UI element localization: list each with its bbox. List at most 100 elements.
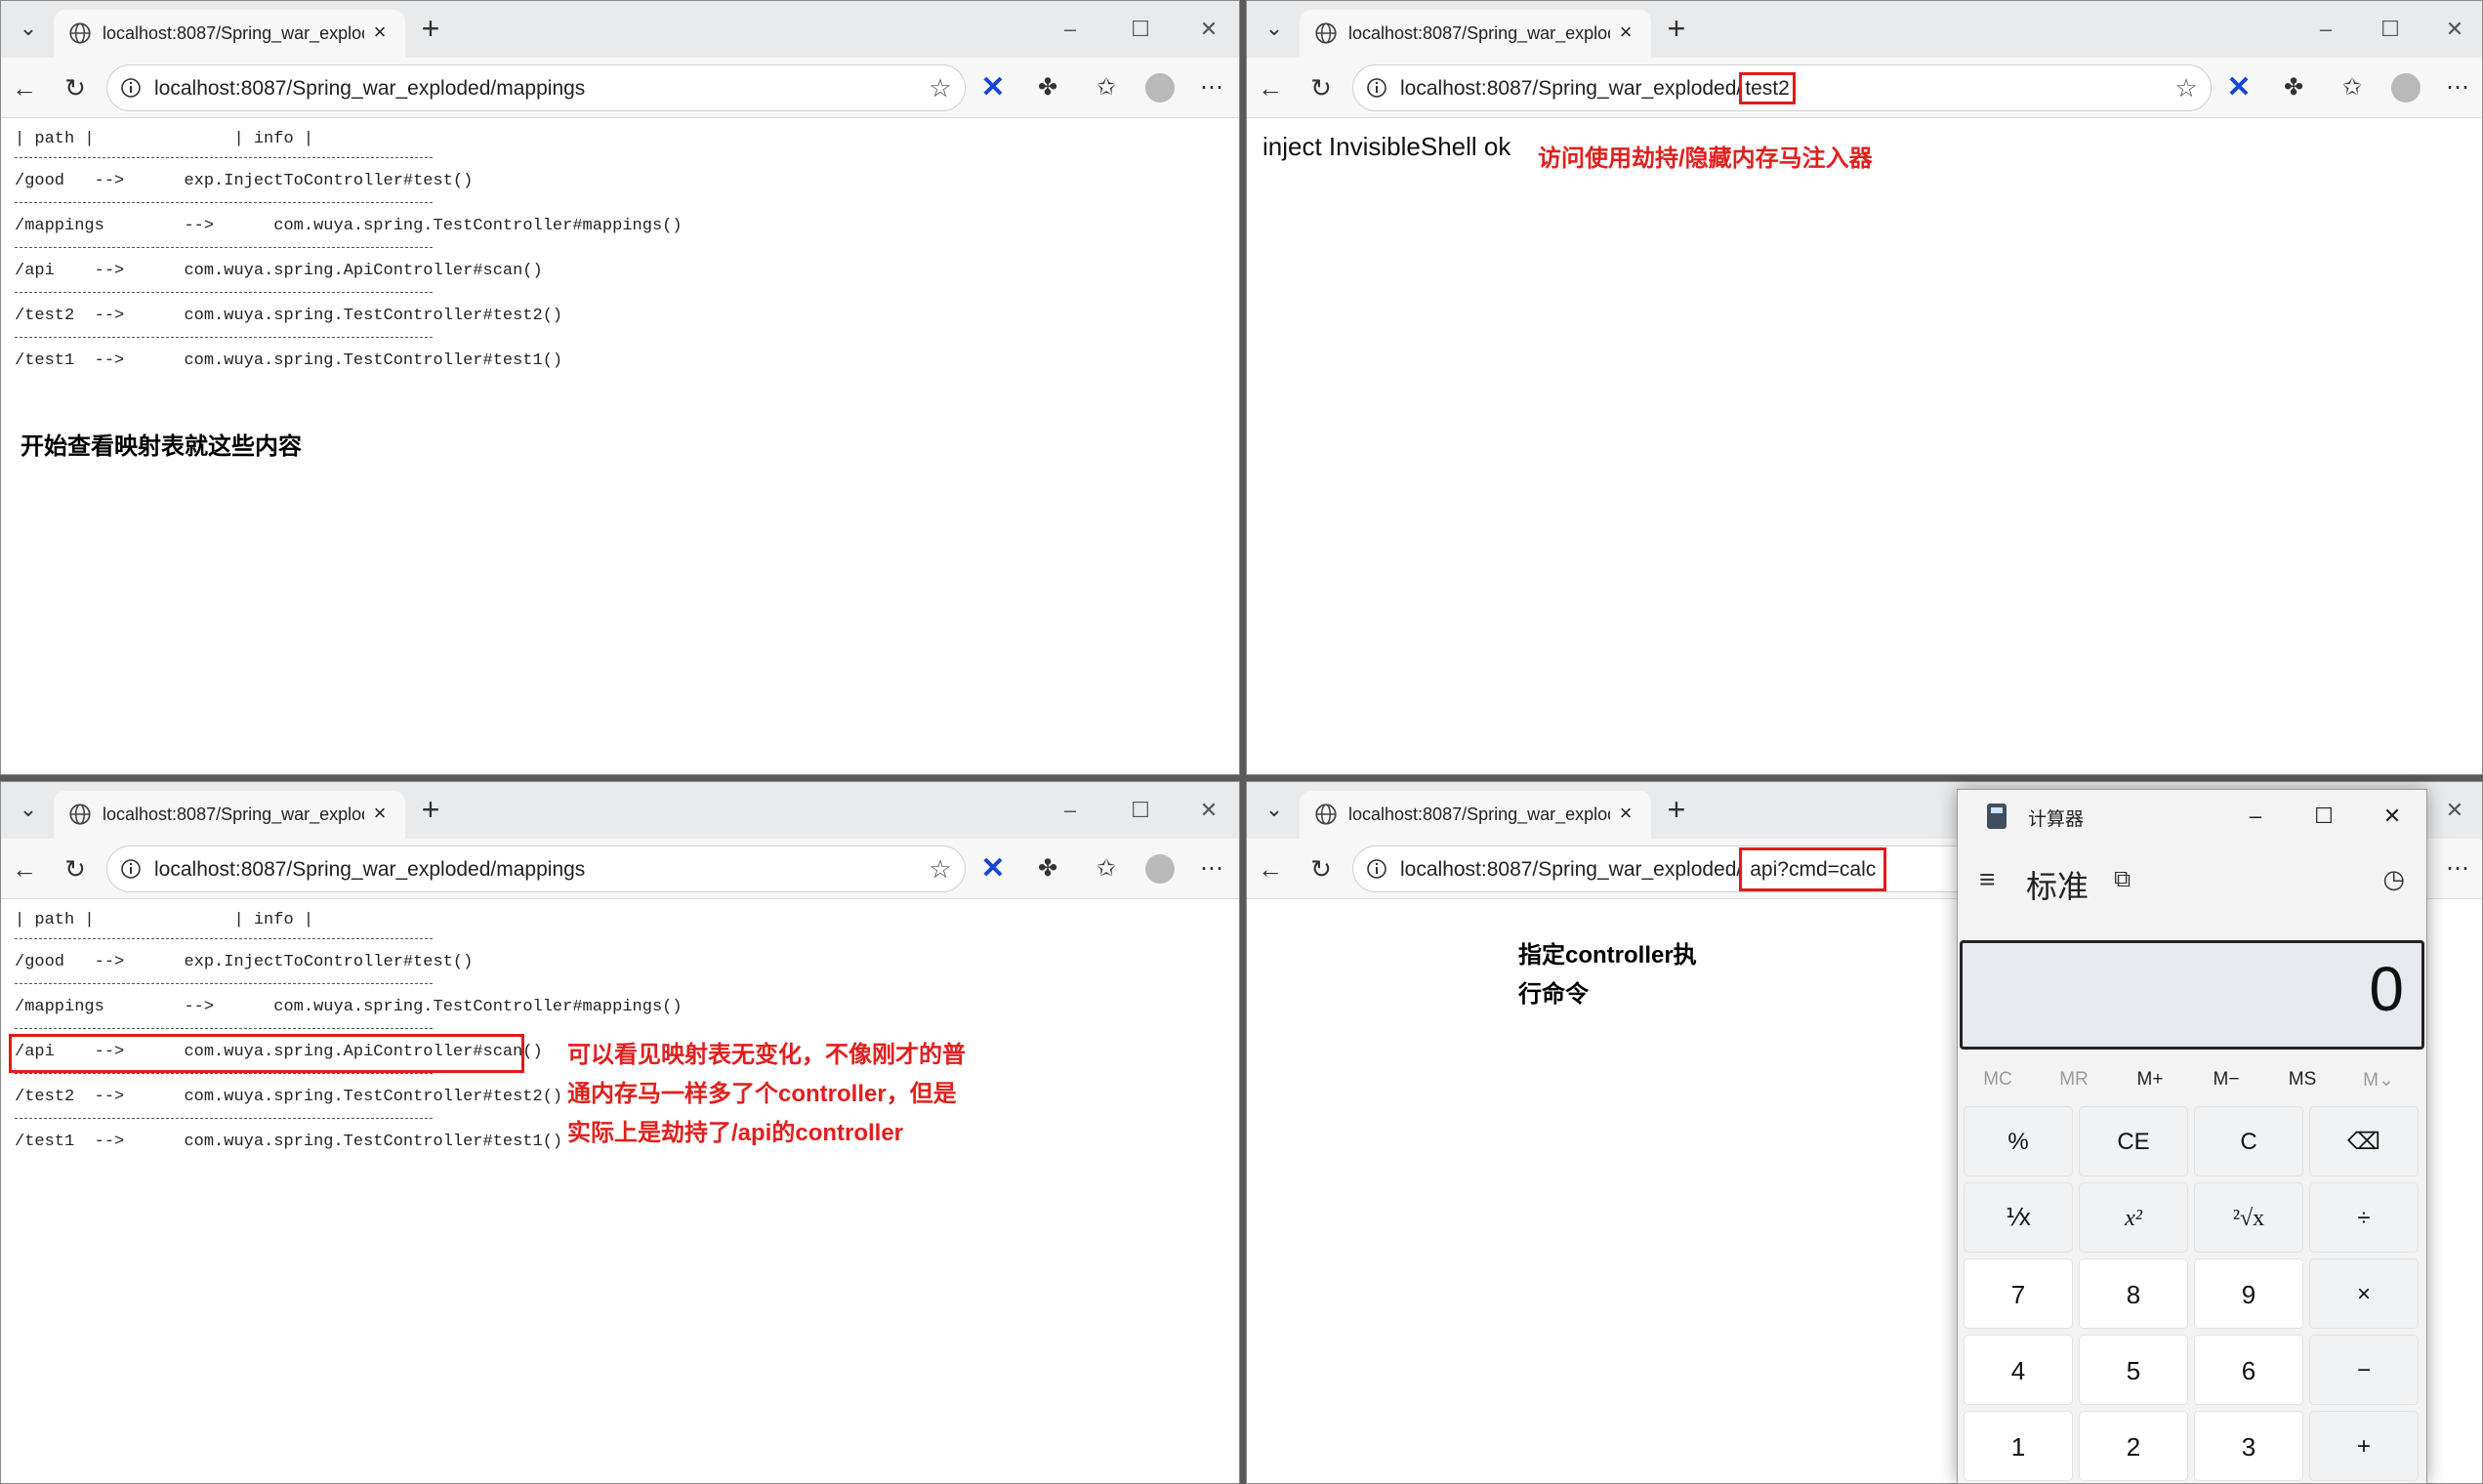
row-arrow: --> <box>94 262 125 280</box>
favorites-icon[interactable]: ✩ <box>1091 853 1122 885</box>
tab-close-icon[interactable]: × <box>1612 19 1639 46</box>
digit-1-button[interactable]: 1 <box>1964 1411 2073 1481</box>
tab-active[interactable]: localhost:8087/Spring_war_exploded/mappi… <box>54 791 405 839</box>
tab-actions-chevron-icon[interactable]: ⌄ <box>1261 796 1288 823</box>
clear-entry-button[interactable]: CE <box>2079 1106 2188 1176</box>
back-arrow-icon[interactable]: ← <box>1255 72 1286 103</box>
multiply-button[interactable]: × <box>2309 1258 2419 1329</box>
tab-close-icon[interactable]: × <box>366 19 393 46</box>
digit-4-button[interactable]: 4 <box>1964 1335 2073 1405</box>
memory-clear-button[interactable]: MC <box>1960 1069 2036 1091</box>
close-window-icon[interactable]: ✕ <box>2376 800 2409 833</box>
extension-x-icon[interactable]: ✕ <box>977 72 1009 103</box>
favorite-star-icon[interactable]: ☆ <box>2172 73 2201 103</box>
memory-subtract-button[interactable]: M− <box>2188 1069 2264 1091</box>
digit-8-button[interactable]: 8 <box>2079 1258 2188 1329</box>
square-root-button[interactable]: ²√x <box>2194 1182 2303 1253</box>
extensions-puzzle-icon[interactable]: ✤ <box>1032 72 1063 103</box>
history-icon[interactable]: ◷ <box>2382 864 2405 894</box>
tab-active[interactable]: localhost:8087/Spring_war_exploded/test2… <box>1300 10 1651 58</box>
maximize-icon[interactable]: ☐ <box>2307 800 2340 833</box>
memory-row: MC MR M+ M− MS M⌄ <box>1958 1059 2428 1104</box>
calculator-titlebar[interactable]: 计算器 – ☐ ✕ <box>1958 790 2426 843</box>
maximize-icon[interactable]: ☐ <box>2376 15 2405 44</box>
nav-toolbar: ← ↻ localhost:8087/Spring_war_exploded/m… <box>1 839 1239 899</box>
refresh-icon[interactable]: ↻ <box>60 853 91 885</box>
digit-9-button[interactable]: 9 <box>2194 1258 2303 1329</box>
extension-x-icon[interactable]: ✕ <box>977 853 1009 885</box>
tab-close-icon[interactable]: × <box>1612 800 1639 827</box>
minimize-icon[interactable]: – <box>1055 796 1085 825</box>
minimize-icon[interactable]: – <box>2239 800 2272 833</box>
maximize-icon[interactable]: ☐ <box>1126 15 1155 44</box>
info-icon[interactable] <box>119 76 143 100</box>
new-tab-icon[interactable]: + <box>1662 794 1691 825</box>
refresh-icon[interactable]: ↻ <box>1305 72 1337 103</box>
tab-active[interactable]: localhost:8087/Spring_war_exploded/mappi… <box>54 10 405 58</box>
close-window-icon[interactable]: ✕ <box>2440 796 2469 825</box>
favorites-icon[interactable]: ✩ <box>2337 72 2368 103</box>
memory-store-button[interactable]: MS <box>2264 1069 2340 1091</box>
new-tab-icon[interactable]: + <box>1662 13 1691 44</box>
memory-recall-button[interactable]: MR <box>2036 1069 2112 1091</box>
profile-avatar[interactable] <box>2391 73 2421 103</box>
hamburger-menu-icon[interactable]: ≡ <box>1979 864 1995 895</box>
tab-actions-chevron-icon[interactable]: ⌄ <box>15 15 42 42</box>
more-menu-icon[interactable]: ⋯ <box>2442 853 2473 885</box>
back-arrow-icon[interactable]: ← <box>9 853 40 885</box>
info-icon[interactable] <box>1365 857 1388 881</box>
extensions-puzzle-icon[interactable]: ✤ <box>1032 853 1063 885</box>
address-bar[interactable]: localhost:8087/Spring_war_exploded/mappi… <box>106 845 966 892</box>
favorite-star-icon[interactable]: ☆ <box>926 854 955 884</box>
memory-add-button[interactable]: M+ <box>2112 1069 2188 1091</box>
row-path: /test1 <box>15 1133 75 1151</box>
digit-6-button[interactable]: 6 <box>2194 1335 2303 1405</box>
tab-strip: ⌄ localhost:8087/Spring_war_exploded/tes… <box>1247 1 2482 58</box>
add-button[interactable]: + <box>2309 1411 2419 1481</box>
digit-5-button[interactable]: 5 <box>2079 1335 2188 1405</box>
back-arrow-icon[interactable]: ← <box>9 72 40 103</box>
tab-close-icon[interactable]: × <box>366 800 393 827</box>
refresh-icon[interactable]: ↻ <box>60 72 91 103</box>
profile-avatar[interactable] <box>1145 854 1175 884</box>
divide-button[interactable]: ÷ <box>2309 1182 2419 1253</box>
memory-list-button[interactable]: M⌄ <box>2340 1069 2417 1092</box>
backspace-button[interactable]: ⌫ <box>2309 1106 2419 1176</box>
info-icon[interactable] <box>1365 76 1388 100</box>
subtract-button[interactable]: − <box>2309 1335 2419 1405</box>
tab-active[interactable]: localhost:8087/Spring_war_exploded/api?c… <box>1300 791 1651 839</box>
more-menu-icon[interactable]: ⋯ <box>1196 72 1227 103</box>
more-menu-icon[interactable]: ⋯ <box>1196 853 1227 885</box>
close-window-icon[interactable]: ✕ <box>1194 796 1223 825</box>
globe-icon <box>69 804 91 825</box>
close-window-icon[interactable]: ✕ <box>2440 15 2469 44</box>
new-tab-icon[interactable]: + <box>416 794 445 825</box>
percent-button[interactable]: % <box>1964 1106 2073 1176</box>
clear-button[interactable]: C <box>2194 1106 2303 1176</box>
tab-actions-chevron-icon[interactable]: ⌄ <box>1261 15 1288 42</box>
extension-x-icon[interactable]: ✕ <box>2223 72 2255 103</box>
extensions-puzzle-icon[interactable]: ✤ <box>2278 72 2309 103</box>
reciprocal-button[interactable]: ⅟x <box>1964 1182 2073 1253</box>
favorites-icon[interactable]: ✩ <box>1091 72 1122 103</box>
address-bar[interactable]: localhost:8087/Spring_war_exploded/test2… <box>1352 64 2212 111</box>
digit-7-button[interactable]: 7 <box>1964 1258 2073 1329</box>
profile-avatar[interactable] <box>1145 73 1175 103</box>
info-icon[interactable] <box>119 857 143 881</box>
minimize-icon[interactable]: – <box>2311 15 2340 44</box>
more-menu-icon[interactable]: ⋯ <box>2442 72 2473 103</box>
tab-actions-chevron-icon[interactable]: ⌄ <box>15 796 42 823</box>
square-button[interactable]: x² <box>2079 1182 2188 1253</box>
close-window-icon[interactable]: ✕ <box>1194 15 1223 44</box>
digit-3-button[interactable]: 3 <box>2194 1411 2303 1481</box>
maximize-icon[interactable]: ☐ <box>1126 796 1155 825</box>
minimize-icon[interactable]: – <box>1055 15 1085 44</box>
url-highlight-box: test2 <box>1739 72 1796 104</box>
new-tab-icon[interactable]: + <box>416 13 445 44</box>
address-bar[interactable]: localhost:8087/Spring_war_exploded/mappi… <box>106 64 966 111</box>
back-arrow-icon[interactable]: ← <box>1255 853 1286 885</box>
refresh-icon[interactable]: ↻ <box>1305 853 1337 885</box>
keep-on-top-icon[interactable]: ⧉ <box>2114 866 2131 893</box>
favorite-star-icon[interactable]: ☆ <box>926 73 955 103</box>
digit-2-button[interactable]: 2 <box>2079 1411 2188 1481</box>
